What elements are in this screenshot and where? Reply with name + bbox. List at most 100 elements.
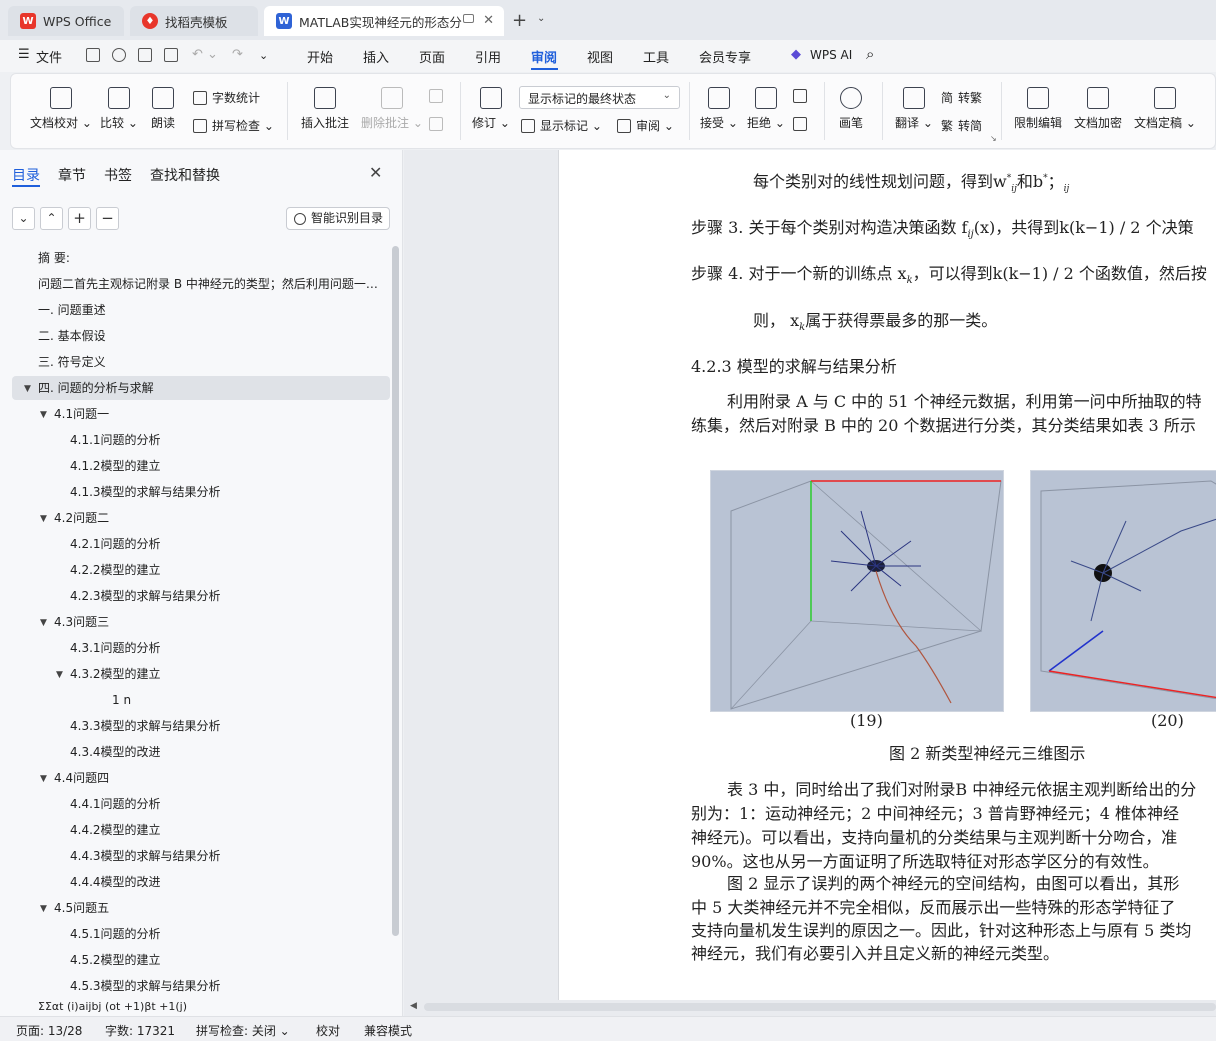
page-indicator[interactable]: 页面: 13/28 — [16, 1022, 82, 1039]
word-count-indicator[interactable]: 字数: 17321 — [105, 1022, 175, 1039]
encrypt-button[interactable]: 文档加密 — [1074, 87, 1122, 131]
menu-home[interactable]: 开始 — [307, 47, 333, 66]
toc-item[interactable]: 4.5.1问题的分析 — [70, 922, 370, 946]
restrict-edit-button[interactable]: 限制编辑 — [1014, 87, 1062, 131]
new-tab-button[interactable]: + — [512, 10, 527, 31]
toc-item[interactable]: 三. 符号定义 — [38, 350, 378, 374]
toc-item[interactable]: 4.4.4模型的改进 — [70, 870, 370, 894]
redo-icon[interactable]: ↷ — [232, 47, 243, 62]
horizontal-scrollbar[interactable] — [424, 1003, 1216, 1011]
share-icon[interactable] — [112, 48, 126, 62]
more-chevron-icon[interactable]: ⌄ — [259, 49, 268, 62]
print-icon[interactable] — [138, 48, 152, 62]
toc-item[interactable]: 4.2.2模型的建立 — [70, 558, 370, 582]
delete-comment-button[interactable]: 删除批注 ⌄ — [361, 87, 423, 131]
menu-reference[interactable]: 引用 — [475, 47, 501, 66]
toc-item[interactable]: ▼ 4.1问题一 — [40, 402, 380, 426]
undo-icon[interactable]: ↶ ⌄ — [192, 47, 218, 62]
to-simplified-button[interactable]: 繁 转简 — [941, 117, 982, 134]
menu-insert[interactable]: 插入 — [363, 47, 389, 66]
add-heading-button[interactable]: + — [68, 207, 91, 230]
toc-item[interactable]: 4.5.3模型的求解与结果分析 — [70, 974, 370, 998]
spell-check-status[interactable]: 拼写检查: 关闭 ⌄ — [196, 1022, 290, 1039]
toc-item[interactable]: 4.3.3模型的求解与结果分析 — [70, 714, 370, 738]
expand-caret-icon[interactable]: ▼ — [40, 897, 47, 920]
tab-template[interactable]: ♦ 找稻壳模板 — [130, 6, 258, 36]
toc-item[interactable]: 4.1.2模型的建立 — [70, 454, 370, 478]
toc-item[interactable]: 1 n — [112, 688, 372, 712]
accept-button[interactable]: 接受 ⌄ — [700, 87, 738, 131]
menu-file[interactable]: 文件 — [36, 47, 62, 66]
remove-heading-button[interactable]: − — [96, 207, 119, 230]
tab-document[interactable]: W MATLAB实现神经元的形态分 ✕ — [264, 6, 504, 36]
menu-page[interactable]: 页面 — [419, 47, 445, 66]
toc-item-selected[interactable]: ▼ 四. 问题的分析与求解 — [12, 376, 390, 400]
insert-comment-button[interactable]: 插入批注 — [301, 87, 349, 131]
toc-item[interactable]: 4.1.3模型的求解与结果分析 — [70, 480, 370, 504]
toc-item[interactable]: ΣΣαt (i)aijbj (ot +1)βt +1(j) — [38, 998, 378, 1016]
chevron-down-icon[interactable]: ⌄ — [537, 13, 545, 24]
revise-button[interactable]: 修订 ⌄ — [472, 87, 510, 131]
pen-button[interactable]: 画笔 — [839, 87, 863, 131]
nav-scrollbar[interactable] — [392, 246, 399, 936]
toc-item[interactable]: 4.3.4模型的改进 — [70, 740, 370, 764]
expand-caret-icon[interactable]: ▼ — [56, 663, 63, 686]
menu-view[interactable]: 视图 — [587, 47, 613, 66]
toc-item[interactable]: 4.4.2模型的建立 — [70, 818, 370, 842]
toc-item[interactable]: ▼ 4.4问题四 — [40, 766, 380, 790]
tab-wps-office[interactable]: W WPS Office — [8, 6, 124, 36]
to-traditional-button[interactable]: 简 转繁 — [941, 89, 982, 106]
markup-state-select[interactable]: 显示标记的最终状态 ⌄ — [519, 86, 680, 109]
toc-item[interactable]: 4.4.1问题的分析 — [70, 792, 370, 816]
expand-caret-icon[interactable]: ▼ — [40, 403, 47, 426]
toc-item[interactable]: 4.4.3模型的求解与结果分析 — [70, 844, 370, 868]
expand-group-icon[interactable]: ↘ — [990, 134, 997, 143]
toc-item[interactable]: ▼ 4.3.2模型的建立 — [56, 662, 376, 686]
menu-tools[interactable]: 工具 — [643, 47, 669, 66]
neuron-figure-20[interactable] — [1030, 470, 1216, 712]
close-icon[interactable]: ✕ — [369, 163, 382, 182]
nav-tab-toc[interactable]: 目录 — [12, 165, 40, 185]
scroll-left-icon[interactable]: ◀ — [410, 1001, 417, 1011]
word-count-button[interactable]: 字数统计 — [193, 89, 260, 106]
expand-caret-icon[interactable]: ▼ — [40, 611, 47, 634]
read-aloud-button[interactable]: 朗读 — [151, 87, 175, 131]
doc-check-button[interactable]: 文档校对 ⌄ — [30, 87, 92, 131]
finalize-button[interactable]: 文档定稿 ⌄ — [1134, 87, 1196, 131]
expand-caret-icon[interactable]: ▼ — [40, 507, 47, 530]
toc-item[interactable]: ▼ 4.3问题三 — [40, 610, 380, 634]
review-pane-button[interactable]: 审阅 ⌄ — [617, 117, 674, 134]
toc-item[interactable]: 4.2.1问题的分析 — [70, 532, 370, 556]
next-comment-button[interactable] — [429, 117, 448, 131]
expand-caret-icon[interactable]: ▼ — [24, 377, 31, 400]
toc-item[interactable]: ▼ 4.5问题五 — [40, 896, 380, 920]
prev-change-button[interactable] — [793, 89, 812, 103]
collapse-all-button[interactable]: ⌄ — [12, 207, 35, 230]
toc-item[interactable]: 一. 问题重述 — [38, 298, 378, 322]
expand-caret-icon[interactable]: ▼ — [40, 767, 47, 790]
reject-button[interactable]: 拒绝 ⌄ — [747, 87, 785, 131]
minimize-tab-icon[interactable] — [463, 14, 474, 23]
save-icon[interactable] — [86, 48, 100, 62]
expand-level-button[interactable]: ⌃ — [40, 207, 63, 230]
toc-item[interactable]: 4.1.1问题的分析 — [70, 428, 370, 452]
toc-item[interactable]: 4.2.3模型的求解与结果分析 — [70, 584, 370, 608]
show-markup-button[interactable]: 显示标记 ⌄ — [521, 117, 602, 134]
spell-check-button[interactable]: 拼写检查 ⌄ — [193, 117, 274, 134]
toc-item[interactable]: 4.3.1问题的分析 — [70, 636, 370, 660]
hamburger-icon[interactable]: ☰ — [18, 47, 30, 62]
menu-member[interactable]: 会员专享 — [699, 47, 751, 66]
print-preview-icon[interactable] — [164, 48, 178, 62]
prev-comment-button[interactable] — [429, 89, 448, 103]
toc-item[interactable]: 问题二首先主观标记附录 B 中神经元的类型；然后利用问题一中的特征参数... — [38, 272, 383, 296]
proof-button[interactable]: 校对 — [316, 1022, 340, 1039]
nav-tab-find-replace[interactable]: 查找和替换 — [150, 165, 220, 185]
toc-item[interactable]: 摘 要: — [38, 246, 378, 270]
toc-item[interactable]: 4.5.2模型的建立 — [70, 948, 370, 972]
search-icon[interactable]: ⌕ — [866, 45, 874, 63]
nav-tab-chapters[interactable]: 章节 — [58, 165, 86, 185]
toc-item[interactable]: 二. 基本假设 — [38, 324, 378, 348]
neuron-figure-19[interactable] — [710, 470, 1004, 712]
compare-button[interactable]: 比较 ⌄ — [100, 87, 138, 131]
next-change-button[interactable] — [793, 117, 812, 131]
